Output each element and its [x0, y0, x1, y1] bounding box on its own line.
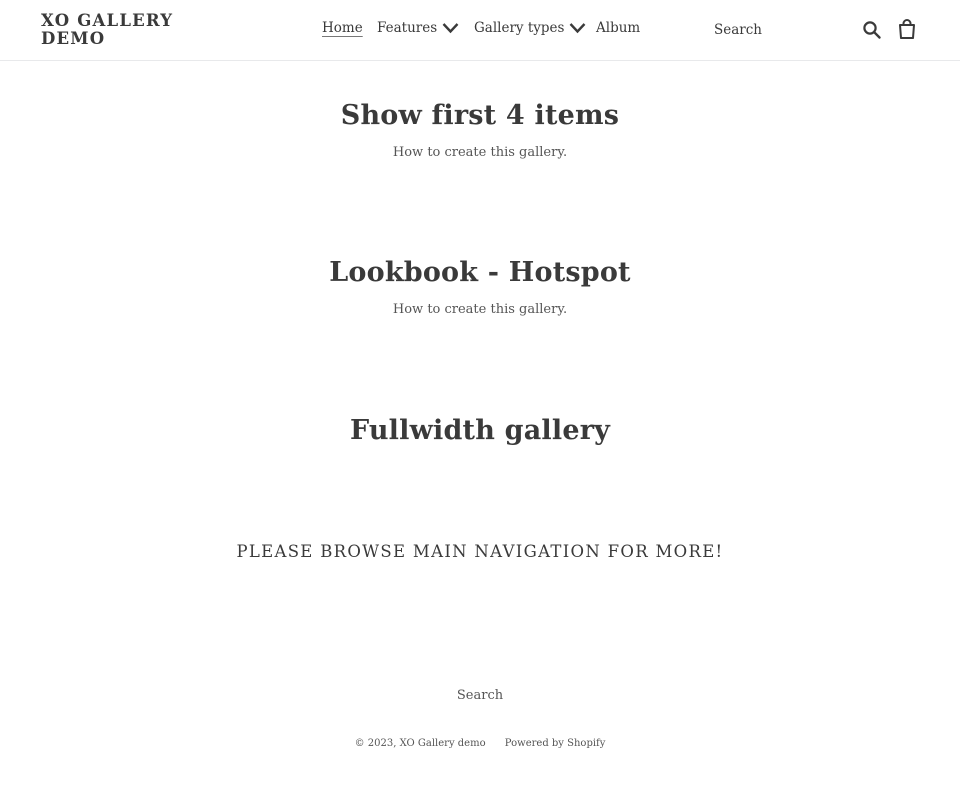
- section-title: Fullwidth gallery: [349, 415, 611, 446]
- nav-home-link[interactable]: Home: [322, 20, 363, 36]
- search-icon[interactable]: [862, 20, 882, 40]
- nav-features-menu[interactable]: Features: [377, 20, 459, 36]
- section-lookbook-hotspot: Lookbook - Hotspot How to create this ga…: [0, 257, 960, 317]
- nav-features-label: Features: [377, 20, 438, 36]
- browse-navigation-cta: PLEASE BROWSE MAIN NAVIGATION FOR MORE!: [236, 542, 724, 561]
- nav-album-link[interactable]: Album: [596, 20, 640, 36]
- powered-by-link[interactable]: Powered by Shopify: [505, 738, 606, 749]
- site-logo[interactable]: XO GALLERY DEMO: [41, 12, 211, 48]
- chevron-down-icon: [570, 23, 586, 34]
- section-howto-link[interactable]: How to create this gallery.: [0, 302, 960, 317]
- chevron-down-icon: [442, 23, 459, 34]
- copyright-text[interactable]: © 2023, XO Gallery demo: [355, 738, 486, 749]
- section-title: Show first 4 items: [340, 100, 620, 131]
- section-fullwidth-gallery: Fullwidth gallery: [0, 415, 960, 446]
- nav-gallery-types-menu[interactable]: Gallery types: [474, 20, 586, 36]
- footer-copyright: © 2023, XO Gallery demo Powered by Shopi…: [0, 738, 960, 749]
- section-title: Lookbook - Hotspot: [329, 257, 631, 288]
- section-show-first-items: Show first 4 items How to create this ga…: [0, 100, 960, 160]
- cart-icon[interactable]: [897, 19, 917, 40]
- nav-gallery-types-label: Gallery types: [474, 20, 565, 36]
- search-input[interactable]: [708, 15, 853, 45]
- site-header: XO GALLERY DEMO Home Features Gallery ty…: [0, 0, 960, 61]
- footer-search-link[interactable]: Search: [0, 688, 960, 703]
- section-howto-link[interactable]: How to create this gallery.: [0, 145, 960, 160]
